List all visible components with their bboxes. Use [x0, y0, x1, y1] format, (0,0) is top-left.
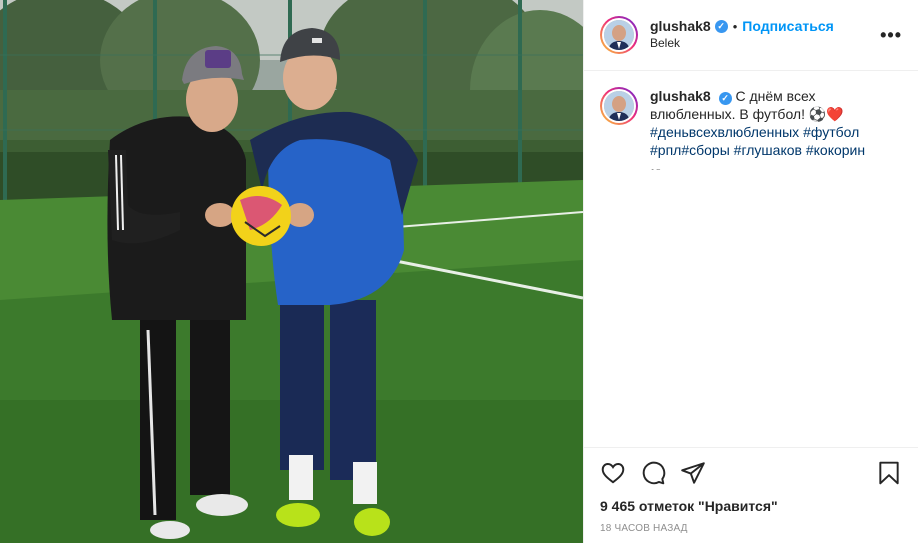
username-link[interactable]: glushak8 — [650, 18, 711, 35]
post-actions: 9 465 отметок "Нравится" 18 часов назад — [584, 447, 918, 534]
caption-avatar[interactable] — [600, 87, 638, 125]
bookmark-icon[interactable] — [876, 460, 902, 486]
more-options-icon[interactable]: ••• — [880, 25, 902, 45]
avatar[interactable] — [600, 16, 638, 54]
instagram-post: glushak8 ✓ • Подписаться Belek ••• glush… — [0, 0, 918, 543]
post-side-panel: glushak8 ✓ • Подписаться Belek ••• glush… — [583, 0, 918, 543]
hashtag-link[interactable]: #сборы — [681, 142, 729, 158]
post-timestamp[interactable]: 18 часов назад — [600, 523, 902, 534]
avatar-image — [604, 20, 634, 50]
avatar-photo — [604, 20, 634, 50]
share-icon[interactable] — [680, 460, 706, 486]
caption: glushak8 ✓ С днём всех влюбленных. В фут… — [600, 87, 902, 170]
hashtag-link[interactable]: #глушаков — [734, 142, 802, 158]
hashtag-link[interactable]: #деньвсехвлюбленных — [650, 124, 799, 140]
avatar-photo — [604, 91, 634, 121]
separator-dot: • — [732, 19, 738, 34]
hashtag-link[interactable]: #кокорин — [806, 142, 865, 158]
post-photo[interactable] — [0, 0, 583, 543]
hashtags: #деньвсехвлюбленных #футбол #рпл#сборы #… — [650, 124, 865, 158]
post-header: glushak8 ✓ • Подписаться Belek ••• — [584, 0, 918, 71]
heart-icon[interactable] — [600, 460, 626, 486]
caption-username-link[interactable]: glushak8 — [650, 88, 711, 104]
hashtag-link[interactable]: #футбол — [803, 124, 859, 140]
follow-button[interactable]: Подписаться — [742, 18, 834, 35]
football-players-photo — [0, 0, 583, 543]
location-link[interactable]: Belek — [650, 35, 834, 52]
hashtag-link[interactable]: #рпл — [650, 142, 681, 158]
likes-count[interactable]: 9 465 отметок "Нравится" — [600, 498, 902, 514]
comments-section: glushak8 ✓ С днём всех влюбленных. В фут… — [584, 71, 918, 170]
action-icons — [600, 448, 902, 498]
verified-badge-icon: ✓ — [718, 91, 732, 105]
caption-timestamp: 18 ч — [650, 165, 890, 170]
comment-icon[interactable] — [640, 460, 666, 486]
verified-badge-icon: ✓ — [714, 20, 728, 33]
